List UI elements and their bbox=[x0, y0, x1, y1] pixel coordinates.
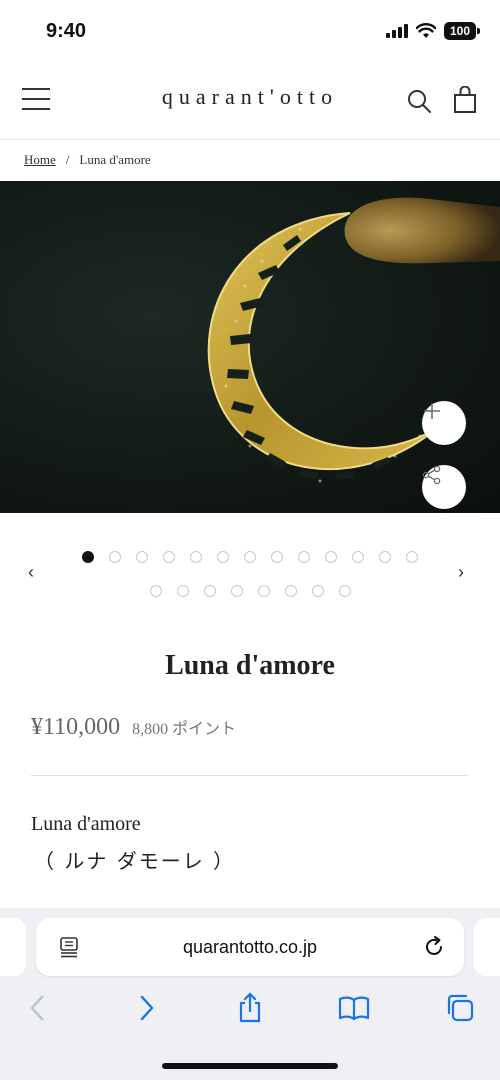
gallery-dot[interactable] bbox=[244, 551, 256, 563]
breadcrumb-current: Luna d'amore bbox=[79, 152, 151, 167]
gallery-dot[interactable] bbox=[271, 551, 283, 563]
gallery-dot[interactable] bbox=[311, 585, 324, 597]
gallery-prev-button[interactable]: ‹ bbox=[28, 562, 34, 583]
share-icon bbox=[239, 992, 261, 1023]
browser-share-button[interactable] bbox=[232, 990, 268, 1026]
gallery-dot[interactable] bbox=[338, 585, 351, 597]
zoom-plus-button[interactable] bbox=[422, 401, 466, 445]
gallery-dot[interactable] bbox=[217, 551, 229, 563]
gallery-dot[interactable] bbox=[163, 551, 175, 563]
gallery-dot[interactable] bbox=[176, 585, 189, 597]
gallery-dot[interactable] bbox=[284, 585, 297, 597]
gallery-dot[interactable] bbox=[379, 551, 391, 563]
site-header: quarant'otto bbox=[0, 60, 500, 140]
gallery-dot[interactable] bbox=[203, 585, 216, 597]
gallery-dots-row bbox=[0, 551, 500, 563]
gallery-next-button[interactable]: › bbox=[458, 562, 464, 583]
next-tab-preview[interactable] bbox=[474, 918, 500, 976]
share-button[interactable] bbox=[422, 465, 466, 509]
share-icon bbox=[422, 465, 441, 485]
description-name: Luna d'amore bbox=[31, 813, 141, 835]
gallery-dot[interactable] bbox=[352, 551, 364, 563]
search-icon[interactable] bbox=[406, 88, 432, 114]
shopping-bag-icon[interactable] bbox=[452, 86, 478, 114]
status-bar: 9:40 100 bbox=[0, 0, 500, 60]
home-indicator bbox=[162, 1063, 338, 1069]
battery-indicator: 100 bbox=[444, 22, 480, 40]
price-line: ¥110,000 8,800 ポイント bbox=[31, 714, 236, 741]
gallery-dot[interactable] bbox=[230, 585, 243, 597]
product-price: ¥110,000 bbox=[31, 714, 121, 740]
wifi-icon bbox=[416, 23, 436, 38]
breadcrumb: Home / Luna d'amore bbox=[24, 152, 151, 168]
status-icons: 100 bbox=[386, 22, 480, 40]
gallery-dot[interactable] bbox=[406, 551, 418, 563]
browser-chrome: quarantotto.co.jp bbox=[0, 908, 500, 1080]
reload-icon[interactable] bbox=[422, 935, 446, 959]
previous-tab-preview[interactable] bbox=[0, 918, 26, 976]
description-kana: （ ルナ ダモーレ ） bbox=[34, 849, 236, 873]
divider bbox=[31, 775, 468, 776]
product-title: Luna d'amore bbox=[165, 650, 335, 681]
bookmarks-button[interactable] bbox=[336, 990, 372, 1026]
tabs-button[interactable] bbox=[442, 990, 478, 1026]
cellular-signal-icon bbox=[386, 24, 408, 38]
gallery-dot[interactable] bbox=[325, 551, 337, 563]
gallery-dot[interactable] bbox=[298, 551, 310, 563]
gallery-dot[interactable] bbox=[109, 551, 121, 563]
breadcrumb-separator: / bbox=[65, 152, 70, 167]
bookmarks-icon bbox=[338, 996, 370, 1021]
tabs-icon bbox=[447, 994, 474, 1022]
product-points: 8,800 ポイント bbox=[132, 721, 237, 738]
forward-icon bbox=[140, 995, 154, 1021]
gallery-dot[interactable] bbox=[136, 551, 148, 563]
gallery-dot[interactable] bbox=[257, 585, 270, 597]
gallery-dot[interactable] bbox=[82, 551, 94, 563]
gallery-dot[interactable] bbox=[190, 551, 202, 563]
forward-button[interactable] bbox=[128, 990, 164, 1026]
status-time: 9:40 bbox=[46, 20, 87, 42]
url-text[interactable]: quarantotto.co.jp bbox=[36, 937, 464, 958]
plus-icon bbox=[424, 403, 440, 419]
crescent-moon-pendant-image bbox=[207, 197, 500, 483]
address-bar[interactable]: quarantotto.co.jp bbox=[36, 918, 464, 976]
gallery-dots-row bbox=[0, 585, 500, 597]
browser-toolbar bbox=[0, 990, 500, 1040]
product-image[interactable] bbox=[0, 181, 500, 513]
gallery-dot[interactable] bbox=[149, 585, 162, 597]
breadcrumb-home-link[interactable]: Home bbox=[24, 152, 56, 168]
back-icon bbox=[30, 995, 44, 1021]
back-button[interactable] bbox=[20, 990, 56, 1026]
